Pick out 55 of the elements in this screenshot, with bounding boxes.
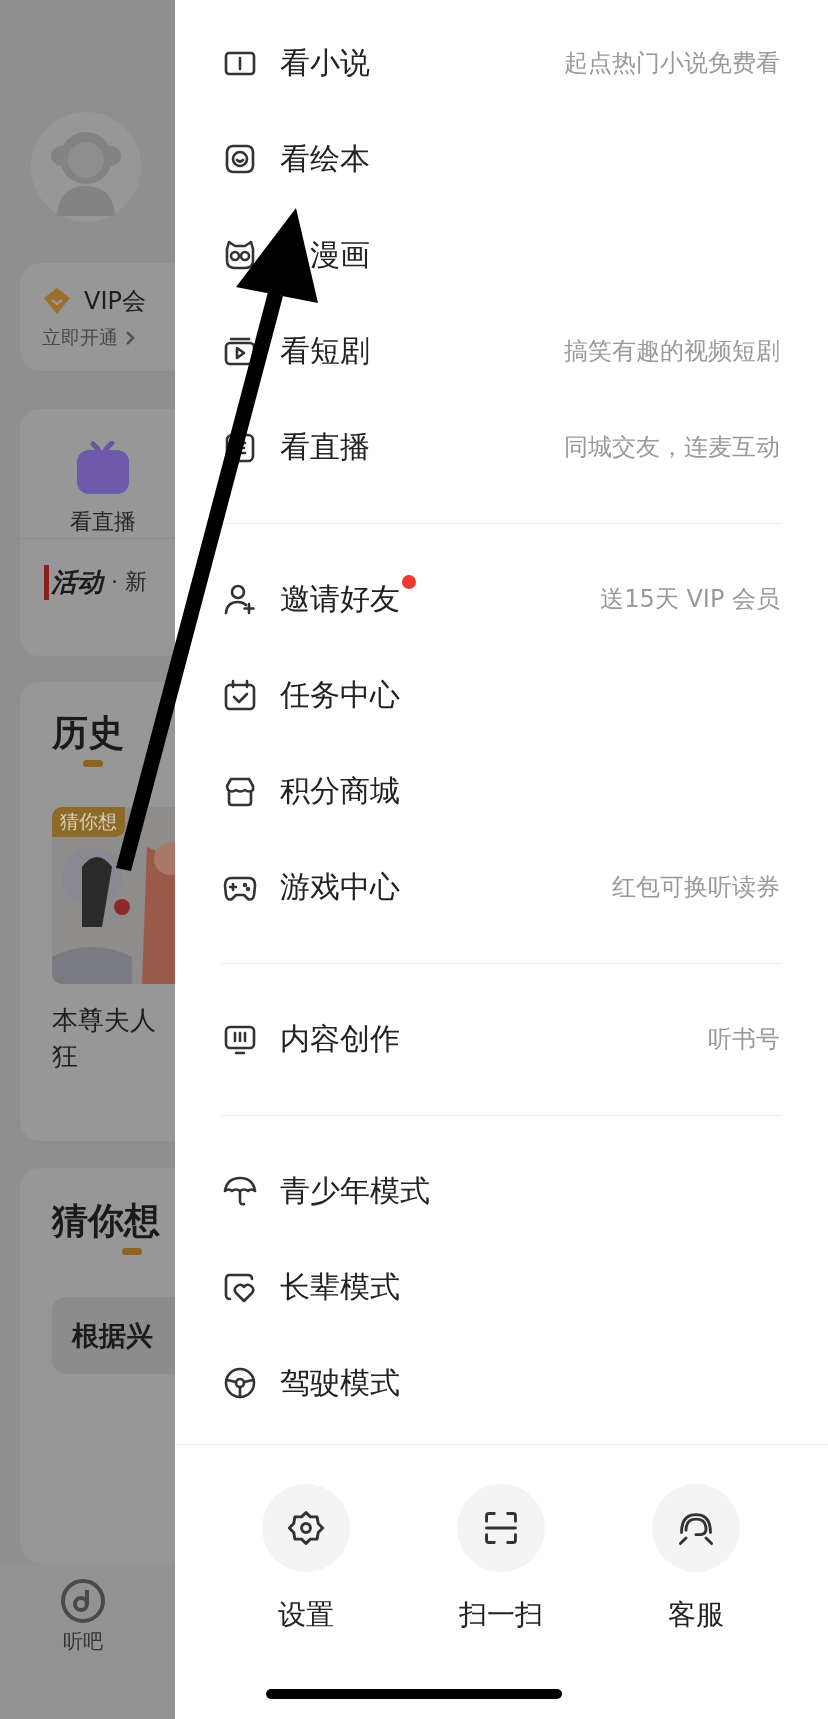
menu-item[interactable]: 看绘本 [222,111,780,207]
menu-label: 任务中心 [280,675,400,714]
menu-label: 看直播 [280,427,370,466]
notification-dot [402,574,416,589]
book-title: 狂 [52,1040,78,1073]
tab-item[interactable]: 听吧 [60,1578,106,1655]
steering-wheel-icon [222,1365,258,1401]
menu-hint: 红包可换听读券 [612,872,780,903]
section-title: 历史 [52,711,124,755]
menu-hint: 同城交友，连麦互动 [564,432,780,463]
menu-label: 积分商城 [280,771,400,810]
live-tv-icon [74,441,132,497]
section-title: 猜你想 [52,1199,160,1243]
title-underline [122,1248,142,1255]
menu-label: 游戏中心 [280,867,400,906]
menu-item[interactable]: 积分商城 [222,743,780,839]
menu-label: 漫画 [310,235,370,274]
action-label: 扫一扫 [459,1597,543,1633]
menu-item[interactable]: 邀请好友 送15天 VIP 会员 [222,551,780,647]
menu-label: 驾驶模式 [280,1363,400,1402]
menu-hint: 搞笑有趣的视频短剧 [564,336,780,367]
action-label: 客服 [668,1597,724,1633]
calendar-check-icon [222,677,258,713]
book-title: 本尊夫人 [52,1004,156,1037]
title-underline [83,760,103,767]
cover-badge: 猜你想 [52,807,125,837]
activity-text: · 新 [111,568,147,596]
menu-label: 邀请好友 [280,579,400,618]
diamond-icon [42,286,72,316]
menu-item[interactable]: 内容创作 听书号 [222,991,780,1087]
settings-icon [286,1508,326,1548]
chevron-icon [124,330,136,346]
menu-label: 内容创作 [280,1019,400,1058]
menu-hint: 听书号 [708,1024,780,1055]
vip-card[interactable]: VIP会 立即开通 [20,263,175,371]
menu-item[interactable]: 任务中心 [222,647,780,743]
menu-label: 看绘本 [280,139,370,178]
disc-icon [60,1578,106,1624]
live-entry[interactable]: 看直播 [53,409,153,538]
menu-item[interactable]: 漫画 [222,207,780,303]
menu-item[interactable]: 看小说 起点热门小说免费看 [222,15,780,111]
menu-item[interactable]: 青少年模式 [222,1143,780,1239]
menu-label: 长辈模式 [280,1267,400,1306]
menu-hint: 送15天 VIP 会员 [600,584,780,615]
menu-item[interactable]: 长辈模式 [222,1239,780,1335]
menu-label: 看短剧 [280,331,370,370]
menu-label: 青少年模式 [280,1171,430,1210]
menu-hint: 起点热门小说免费看 [564,48,780,79]
menu-label: 看小说 [280,43,370,82]
activity-tag: 活动 [44,564,103,600]
recommend-chip[interactable]: 根据兴 [52,1297,175,1374]
vip-title: VIP会 [84,286,146,317]
action-label: 设置 [278,1597,334,1633]
menu-item[interactable]: 驾驶模式 [222,1335,780,1431]
menu-item[interactable]: 游戏中心 红包可换听读券 [222,839,780,935]
